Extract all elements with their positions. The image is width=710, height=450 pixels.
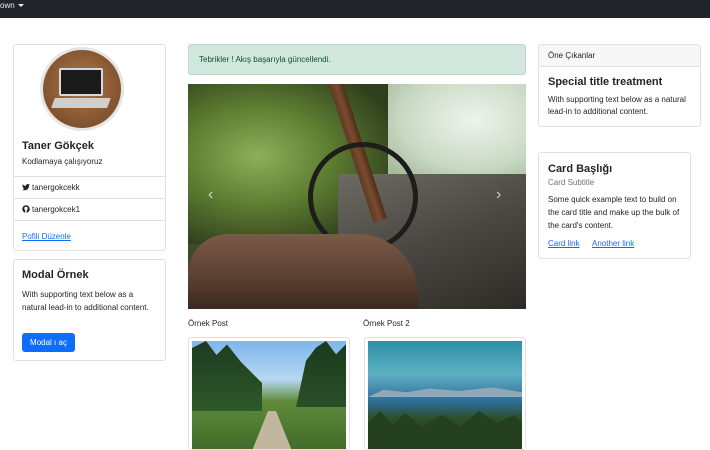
mountain-range <box>368 387 522 397</box>
github-handle: tanergokcek1 <box>32 205 81 214</box>
laptop-screen <box>59 68 103 96</box>
lake-mountains-image <box>368 341 522 449</box>
github-icon <box>22 205 30 213</box>
profile-twitter-row: tanergokcekk <box>14 176 165 197</box>
featured-card: Öne Çıkanlar Special title treatment Wit… <box>538 44 701 127</box>
info-card-subtitle: Card Subtitle <box>548 178 595 187</box>
carousel-image-seat <box>188 234 418 309</box>
card-link[interactable]: Card link <box>548 239 580 248</box>
twitter-icon <box>22 184 30 191</box>
laptop-keyboard <box>51 98 111 108</box>
image-carousel: ‹ › <box>188 84 526 309</box>
profile-tagline: Kodlamaya çalışıyoruz <box>22 157 103 166</box>
info-card-text: Some quick example text to build on the … <box>548 195 680 230</box>
modal-card-text: With supporting text below as a natural … <box>22 290 149 312</box>
featured-card-title: Special title treatment <box>548 76 663 88</box>
featured-card-header: Öne Çıkanlar <box>539 45 700 67</box>
forest-silhouette <box>368 411 522 449</box>
carousel-prev-icon[interactable]: ‹ <box>208 186 213 204</box>
info-card-title: Card Başlığı <box>548 163 613 175</box>
info-card: Card Başlığı Card Subtitle Some quick ex… <box>538 152 691 259</box>
featured-card-text: With supporting text below as a natural … <box>548 95 686 116</box>
navbar-dropdown[interactable]: own <box>0 1 24 10</box>
top-navbar: own <box>0 0 710 18</box>
navbar-dropdown-label: own <box>0 1 15 10</box>
modal-card-title: Modal Örnek <box>22 269 89 281</box>
profile-name: Taner Gökçek <box>22 140 94 152</box>
profile-github-row: tanergokcek1 <box>14 198 165 219</box>
post-thumbnail-1[interactable] <box>188 337 350 450</box>
success-alert: Tebrikler ! Akış başarıyla güncellendi. <box>188 44 526 75</box>
post-title-1: Örnek Post <box>188 319 229 328</box>
modal-example-card: Modal Örnek With supporting text below a… <box>13 259 166 361</box>
twitter-handle: tanergokcekk <box>32 183 80 192</box>
carousel-next-icon[interactable]: › <box>496 186 501 204</box>
trees-left <box>192 341 262 411</box>
caret-down-icon <box>17 4 24 8</box>
trees-right <box>296 341 346 407</box>
another-link[interactable]: Another link <box>592 239 634 248</box>
edit-profile-link[interactable]: Pofili Düzenle <box>22 232 71 241</box>
post-thumbnail-2[interactable] <box>364 337 526 450</box>
dirt-path <box>252 411 292 449</box>
forest-path-image <box>192 341 346 449</box>
avatar <box>40 47 124 131</box>
post-title-2: Örnek Post 2 <box>363 319 410 328</box>
open-modal-button[interactable]: Modal ı aç <box>22 333 75 352</box>
profile-card: Taner Gökçek Kodlamaya çalışıyoruz taner… <box>13 44 166 251</box>
